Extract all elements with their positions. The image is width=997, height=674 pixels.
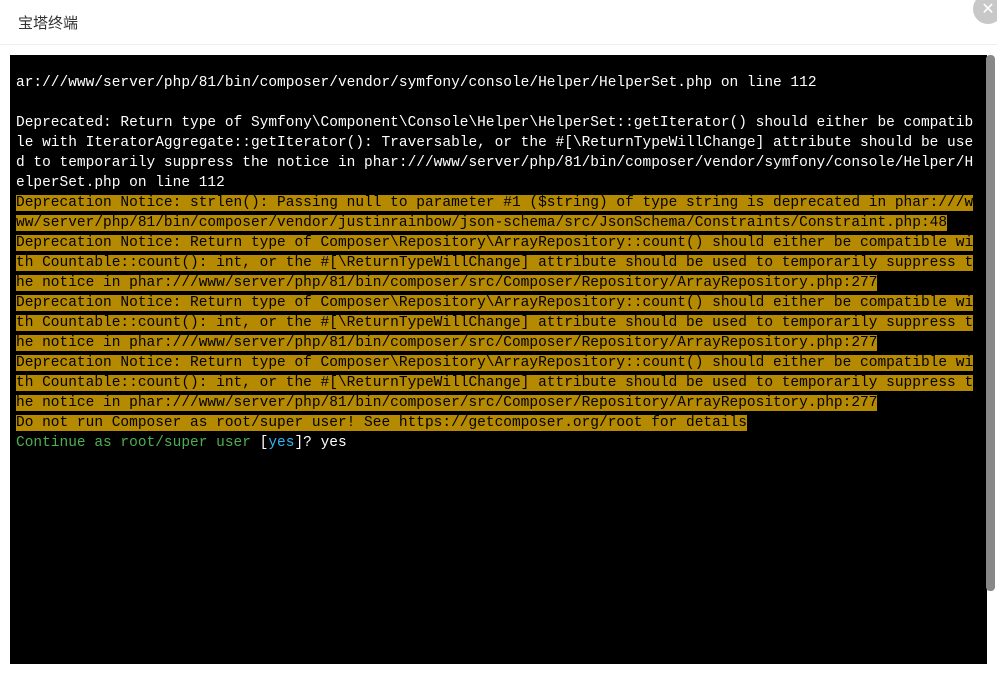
prompt-text: Continue as root/super user <box>16 435 251 451</box>
terminal-modal: 宝塔终端 ✕ ar:///www/server/php/81/bin/compo… <box>0 0 997 674</box>
output-line: Deprecated: Return type of Symfony\Compo… <box>16 115 973 191</box>
modal-title: 宝塔终端 <box>18 12 78 33</box>
output-highlight: Deprecation Notice: strlen(): Passing nu… <box>16 195 973 231</box>
output-line: ar:///www/server/php/81/bin/composer/ven… <box>16 75 817 91</box>
scrollbar[interactable] <box>986 55 995 664</box>
close-icon: ✕ <box>981 0 994 19</box>
output-highlight: Deprecation Notice: Return type of Compo… <box>16 235 973 291</box>
terminal-output[interactable]: ar:///www/server/php/81/bin/composer/ven… <box>10 55 987 664</box>
prompt-bracket: [ <box>251 435 268 451</box>
titlebar: 宝塔终端 <box>0 0 997 45</box>
prompt-default: yes <box>268 435 294 451</box>
prompt-answer: ]? yes <box>294 435 346 451</box>
scrollbar-thumb[interactable] <box>986 55 995 591</box>
output-highlight: Deprecation Notice: Return type of Compo… <box>16 295 973 351</box>
output-highlight: Deprecation Notice: Return type of Compo… <box>16 355 973 411</box>
output-highlight: Do not run Composer as root/super user! … <box>16 415 747 431</box>
terminal-wrap: ar:///www/server/php/81/bin/composer/ven… <box>0 45 997 674</box>
